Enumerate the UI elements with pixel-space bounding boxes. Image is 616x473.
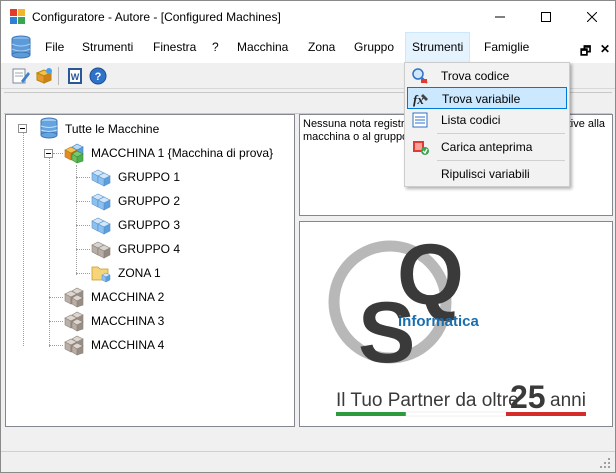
machine-gray-icon: [64, 335, 84, 356]
menu-item-load-preview[interactable]: Carica anteprima: [407, 136, 567, 158]
tree-line: [53, 153, 63, 154]
tree-machine-label[interactable]: MACCHINA 3: [91, 314, 164, 328]
menu-item-code-list[interactable]: Lista codici: [407, 109, 567, 131]
window-title: Configuratore - Autore - [Configured Mac…: [32, 10, 281, 24]
collapse-toggle[interactable]: [44, 149, 53, 158]
menu-item-label: Lista codici: [441, 113, 501, 127]
package-icon[interactable]: [34, 66, 54, 86]
logo-letter-s: S: [358, 285, 415, 381]
database-icon: [11, 35, 31, 59]
word-export-icon[interactable]: W: [65, 66, 85, 86]
maximize-button[interactable]: [523, 1, 569, 32]
tree-line: [49, 345, 63, 346]
tree-group-label[interactable]: GRUPPO 3: [118, 218, 180, 232]
tree-group-label[interactable]: GRUPPO 2: [118, 194, 180, 208]
company-logo: Q S informatica Il Tuo Partner da oltre …: [328, 227, 586, 417]
app-logo-icon: [10, 9, 25, 24]
menu-help[interactable]: ?: [206, 32, 225, 63]
logo-brand: informatica: [398, 313, 480, 330]
menu-finestra[interactable]: Finestra: [147, 32, 202, 63]
menu-bar: File Strumenti Finestra ? Macchina Zona …: [1, 32, 615, 63]
svg-text:fx: fx: [413, 92, 424, 107]
mdi-restore-button[interactable]: 🗗: [580, 42, 591, 63]
load-preview-icon: [413, 141, 429, 155]
menu-strumenti[interactable]: Strumenti: [76, 32, 139, 63]
help-icon[interactable]: ?: [88, 66, 108, 86]
notes-text-left: Nessuna nota registra: [303, 118, 411, 130]
machine-colored-icon: [64, 143, 84, 164]
find-code-icon: [412, 68, 428, 84]
menu-item-label: Ripulisci variabili: [441, 167, 530, 181]
tree-group-label[interactable]: GRUPPO 1: [118, 170, 180, 184]
menu-item-label: Carica anteprima: [441, 140, 533, 154]
menu-gruppo[interactable]: Gruppo: [348, 32, 400, 63]
menu-famiglie[interactable]: Famiglie: [478, 32, 535, 63]
menu-item-find-code[interactable]: Trova codice: [407, 65, 567, 87]
group-gray-icon: [91, 241, 111, 259]
zone-folder-icon: [91, 266, 111, 283]
minimize-button[interactable]: [477, 1, 523, 32]
menu-item-label: Trova variabile: [442, 92, 521, 106]
tree-line: [76, 273, 90, 274]
menu-item-find-variable[interactable]: fx Trova variabile: [407, 87, 567, 109]
strumenti-dropdown: Trova codice fx Trova variabile Lista co…: [404, 62, 570, 187]
tree-line: [76, 165, 77, 275]
logo-years: 25: [510, 379, 546, 415]
logo-tagline: Il Tuo Partner da oltre: [336, 390, 519, 411]
menu-macchina[interactable]: Macchina: [231, 32, 294, 63]
tree-root-label[interactable]: Tutte le Macchine: [65, 122, 159, 136]
menu-strumenti-active[interactable]: Strumenti: [405, 32, 471, 63]
tree-group-label[interactable]: GRUPPO 4: [118, 242, 180, 256]
tree-machine-label[interactable]: MACCHINA 4: [91, 338, 164, 352]
flag-white-bar: [405, 411, 507, 417]
tree-line: [76, 177, 90, 178]
tree-machine-1-label[interactable]: MACCHINA 1 {Macchina di prova}: [91, 146, 273, 160]
menu-file[interactable]: File: [39, 32, 70, 63]
group-blue-icon: [91, 193, 111, 211]
machine-tree[interactable]: Tutte le Macchine MACCHINA 1 {Macchina d…: [5, 114, 295, 427]
flag-green-bar: [336, 412, 406, 416]
svg-text:?: ?: [95, 71, 102, 83]
notes-text-right: tive alla: [567, 118, 605, 130]
edit-check-icon[interactable]: [11, 66, 31, 86]
logo-panel: Q S informatica Il Tuo Partner da oltre …: [299, 221, 613, 427]
menu-separator: [437, 160, 565, 161]
menu-item-clear-variables[interactable]: Ripulisci variabili: [407, 163, 567, 185]
group-blue-icon: [91, 217, 111, 235]
database-icon: [40, 117, 58, 139]
status-bar: [1, 451, 615, 472]
tree-zone-label[interactable]: ZONA 1: [118, 266, 161, 280]
machine-gray-icon: [64, 287, 84, 308]
resize-grip-icon[interactable]: [599, 457, 611, 469]
tree-machine-label[interactable]: MACCHINA 2: [91, 290, 164, 304]
menu-zona[interactable]: Zona: [302, 32, 341, 63]
machine-gray-icon: [64, 311, 84, 332]
app-window: Configuratore - Autore - [Configured Mac…: [0, 0, 616, 473]
mdi-close-button[interactable]: ✕: [600, 42, 610, 56]
close-icon: [587, 11, 597, 22]
minimize-icon: [495, 16, 505, 17]
svg-text:W: W: [71, 72, 80, 82]
flag-red-bar: [506, 412, 586, 416]
close-button[interactable]: [569, 1, 615, 32]
find-variable-icon: fx: [413, 92, 428, 107]
collapse-toggle[interactable]: [18, 124, 27, 133]
tree-line: [49, 297, 63, 298]
group-blue-icon: [91, 169, 111, 187]
tree-line: [49, 321, 63, 322]
title-bar: Configuratore - Autore - [Configured Mac…: [1, 1, 615, 32]
logo-years-suffix: anni: [550, 390, 586, 411]
tree-line: [76, 249, 90, 250]
tree-line: [49, 157, 50, 347]
tree-line: [76, 225, 90, 226]
menu-item-label: Trova codice: [441, 69, 510, 83]
tree-line: [76, 201, 90, 202]
toolbar-separator: [58, 67, 59, 85]
tree-line: [23, 133, 24, 346]
menu-separator: [437, 133, 565, 134]
code-list-icon: [412, 112, 428, 128]
maximize-icon: [541, 11, 551, 22]
